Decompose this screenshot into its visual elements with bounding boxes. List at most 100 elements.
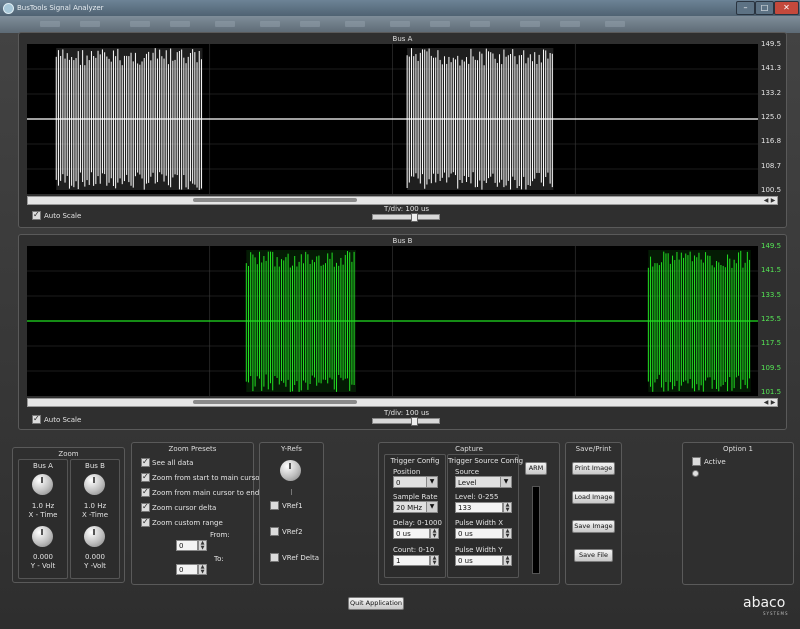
delay-spinner[interactable]: ▲ ▼: [430, 528, 439, 539]
zoom-bus-b-group: Bus B 1.0 Hz X -Time 0.000 Y -Volt: [70, 459, 120, 579]
position-label: Position: [393, 468, 421, 476]
bus-b-plot[interactable]: [27, 246, 758, 396]
bus-b-y-knob[interactable]: [84, 526, 105, 547]
bus-a-x-label: X - Time: [28, 511, 58, 519]
save-file-button[interactable]: Save File: [574, 549, 613, 562]
scroll-right-icon[interactable]: ▶: [770, 197, 776, 204]
quit-application-button[interactable]: Quit Application: [348, 597, 404, 610]
bus-a-tdiv-slider-knob[interactable]: [411, 213, 418, 222]
bus-b-tdiv-slider[interactable]: [372, 417, 440, 426]
bus-a-auto-scale-checkbox[interactable]: [32, 210, 41, 220]
bus-b-y-label: Y -Volt: [84, 562, 106, 570]
bus-b-auto-scale-label: Auto Scale: [44, 416, 82, 424]
pulse-width-x-spinner[interactable]: ▲ ▼: [503, 528, 512, 539]
source-select[interactable]: Level ▼: [455, 476, 512, 488]
y-axis-tick-label: 108.7: [761, 161, 782, 170]
y-axis-tick-label: 116.8: [761, 137, 782, 146]
save-print-title: Save/Print: [575, 445, 612, 453]
bus-a-plot[interactable]: [27, 44, 758, 194]
level-input[interactable]: 133: [455, 502, 503, 513]
zoom-bus-a-title: Bus A: [33, 462, 53, 470]
bus-b-tdiv-slider-knob[interactable]: [411, 417, 418, 426]
from-label: From:: [210, 531, 230, 539]
count-input[interactable]: 1: [393, 555, 430, 566]
active-checkbox[interactable]: [692, 457, 701, 466]
preset-see-all-checkbox[interactable]: [141, 457, 150, 467]
scroll-left-icon[interactable]: ◀: [763, 197, 769, 204]
position-select[interactable]: 0 ▼: [393, 476, 438, 488]
vref2-checkbox[interactable]: [270, 527, 279, 536]
bus-b-tdiv-label: T/div: 100 us: [384, 409, 430, 417]
bus-b-x-value: 1.0 Hz: [83, 502, 107, 510]
pulse-width-y-input[interactable]: 0 us: [455, 555, 503, 566]
window-title: BusTools Signal Analyzer: [17, 4, 104, 12]
y-refs-panel: Y-Refs VRef1 VRef2 VRef Delta: [259, 442, 324, 585]
delay-label: Delay: 0-1000: [393, 519, 442, 527]
vref-delta-label: VRef Delta: [282, 554, 320, 562]
zoom-bus-b-title: Bus B: [85, 462, 105, 470]
blurred-taskbar-strip: [0, 16, 800, 33]
bus-a-scroll-thumb[interactable]: [193, 198, 357, 202]
pulse-width-x-input[interactable]: 0 us: [455, 528, 503, 539]
close-button[interactable]: ✕: [774, 1, 799, 15]
preset-custom-range-label: Zoom custom range: [152, 519, 223, 527]
to-input[interactable]: 0: [176, 564, 198, 575]
bus-a-x-value: 1.0 Hz: [31, 502, 55, 510]
save-image-button[interactable]: Save Image: [572, 520, 615, 533]
load-image-button[interactable]: Load Image: [572, 491, 615, 504]
abaco-logo: abaco: [743, 595, 786, 611]
bus-b-trace-canvas: [27, 246, 758, 396]
zoom-title: Zoom: [58, 450, 79, 458]
app-icon: [3, 3, 14, 14]
sample-rate-select[interactable]: 20 MHz ▼: [393, 501, 438, 513]
vref2-label: VRef2: [282, 528, 303, 536]
to-label: To:: [214, 555, 224, 563]
bus-b-x-knob[interactable]: [84, 474, 105, 495]
bus-a-scrollbar[interactable]: ◀ ▶: [27, 196, 778, 205]
y-axis-tick-label: 133.2: [761, 88, 782, 97]
preset-custom-range-checkbox[interactable]: [141, 517, 150, 527]
print-image-button[interactable]: Print Image: [572, 462, 615, 475]
capture-panel: Capture Trigger Config Position 0 ▼ Sampl…: [378, 442, 560, 585]
preset-cursor-to-end-checkbox[interactable]: [141, 487, 150, 497]
trigger-source-title: Trigger Source Config: [448, 457, 524, 465]
level-spinner[interactable]: ▲ ▼: [503, 502, 512, 513]
pulse-width-y-spinner[interactable]: ▲ ▼: [503, 555, 512, 566]
maximize-button[interactable]: □: [755, 1, 774, 15]
bus-a-y-knob[interactable]: [32, 526, 53, 547]
preset-cursor-delta-checkbox[interactable]: [141, 502, 150, 512]
bus-a-trace-canvas: [27, 44, 758, 194]
bus-b-scrollbar[interactable]: ◀ ▶: [27, 398, 778, 407]
bus-a-x-knob[interactable]: [32, 474, 53, 495]
bus-a-y-label: Y - Volt: [30, 562, 56, 570]
vref1-checkbox[interactable]: [270, 501, 279, 510]
y-axis-tick-label: 109.5: [761, 363, 782, 372]
bus-b-scroll-thumb[interactable]: [193, 400, 357, 404]
from-input[interactable]: 0: [176, 540, 198, 551]
bus-a-panel: Bus A 149.5 141.3 133.2 125.0 116.8 108.7 100.…: [18, 32, 787, 228]
to-spinner[interactable]: ▲ ▼: [198, 564, 207, 575]
chevron-down-icon: ▼: [500, 477, 511, 487]
y-ref-knob[interactable]: [280, 460, 301, 481]
from-spinner[interactable]: ▲ ▼: [198, 540, 207, 551]
pulse-width-y-label: Pulse Width Y: [455, 546, 503, 554]
y-axis-tick-label: 141.5: [761, 266, 782, 275]
chevron-down-icon: ▼: [426, 477, 437, 487]
chevron-down-icon: ▼: [426, 502, 437, 512]
bus-a-tdiv-slider[interactable]: [372, 213, 440, 222]
save-print-panel: Save/Print Print Image Load Image Save I…: [565, 442, 622, 585]
scroll-left-icon[interactable]: ◀: [763, 399, 769, 406]
minimize-button[interactable]: –: [736, 1, 755, 15]
count-spinner[interactable]: ▲ ▼: [430, 555, 439, 566]
bus-a-y-value: 0.000: [32, 553, 54, 561]
preset-start-to-cursor-checkbox[interactable]: [141, 472, 150, 482]
vref-delta-checkbox[interactable]: [270, 553, 279, 562]
y-axis-tick-label: 133.5: [761, 290, 782, 299]
y-axis-tick-label: 125.0: [761, 113, 782, 121]
delay-input[interactable]: 0 us: [393, 528, 430, 539]
y-axis-tick-label: 141.3: [761, 64, 782, 73]
y-refs-title: Y-Refs: [281, 445, 302, 453]
bus-b-auto-scale-checkbox[interactable]: [32, 414, 41, 424]
arm-button[interactable]: ARM: [525, 462, 547, 475]
scroll-right-icon[interactable]: ▶: [770, 399, 776, 406]
